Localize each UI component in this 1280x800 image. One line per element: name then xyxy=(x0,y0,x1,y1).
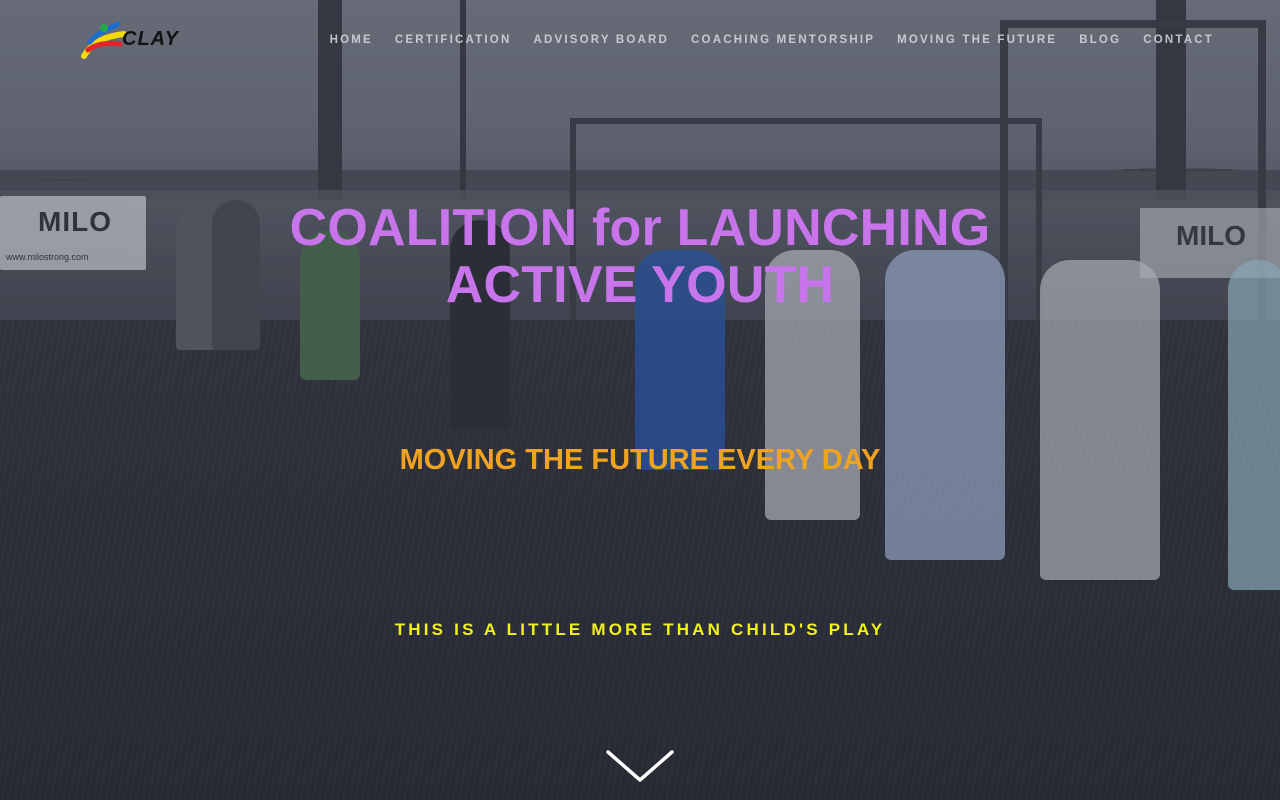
chevron-down-icon xyxy=(606,750,674,782)
nav-contact[interactable]: CONTACT xyxy=(1143,34,1214,46)
nav-moving-the-future[interactable]: MOVING THE FUTURE xyxy=(897,34,1057,46)
logo-wordmark: CLAY xyxy=(122,28,179,50)
hero-tagline: MOVING THE FUTURE EVERY DAY xyxy=(399,444,881,476)
hero-subline: THIS IS A LITTLE MORE THAN CHILD'S PLAY xyxy=(394,620,886,639)
nav-certification[interactable]: CERTIFICATION xyxy=(395,34,512,46)
nav-advisory-board[interactable]: ADVISORY BOARD xyxy=(533,34,669,46)
nav-coaching-mentorship[interactable]: COACHING MENTORSHIP xyxy=(691,34,875,46)
hero-title-line-1: COALITION for LAUNCHING xyxy=(289,199,991,257)
nav-blog[interactable]: BLOG xyxy=(1079,34,1121,46)
hero-title: COALITION for LAUNCHING ACTIVE YOUTH xyxy=(0,200,1280,314)
clay-logo[interactable]: CLAY xyxy=(80,20,204,62)
hero-title-line-2: ACTIVE YOUTH xyxy=(445,256,835,314)
main-nav: HOME CERTIFICATION ADVISORY BOARD COACHI… xyxy=(330,34,1214,46)
dark-overlay xyxy=(0,0,1280,800)
scroll-down-button[interactable] xyxy=(604,746,676,786)
nav-home[interactable]: HOME xyxy=(330,34,373,46)
hero-background: MILO www.milostrong.com MILO xyxy=(0,0,1280,800)
